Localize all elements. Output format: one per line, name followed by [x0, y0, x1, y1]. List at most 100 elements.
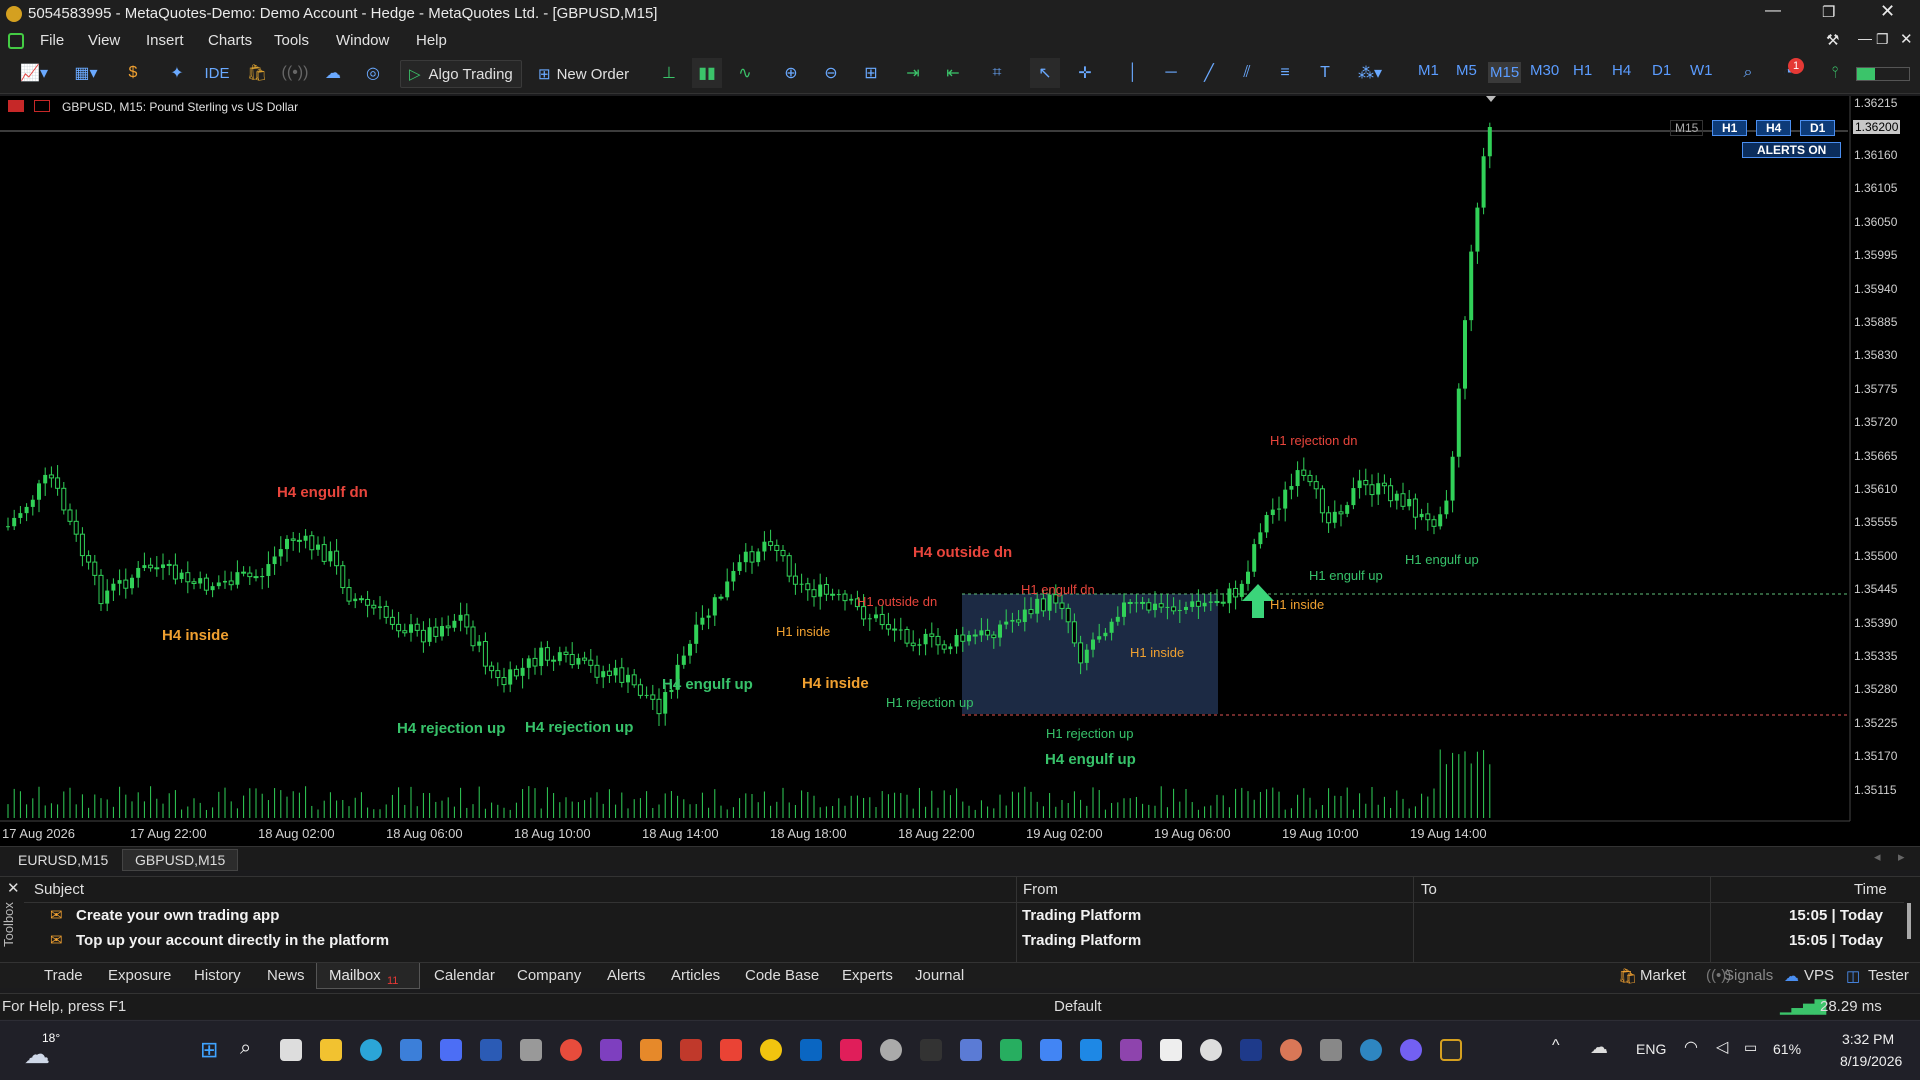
- menu-tools[interactable]: Tools: [274, 32, 309, 49]
- onedrive-icon[interactable]: ☁: [1590, 1037, 1608, 1058]
- clock-time[interactable]: 3:32 PM: [1842, 1031, 1894, 1047]
- search-icon[interactable]: ⌕: [1736, 58, 1760, 88]
- new-order-button[interactable]: ⊞ New Order: [530, 60, 637, 88]
- app-icon[interactable]: [1120, 1039, 1142, 1061]
- app-icon[interactable]: [1240, 1039, 1262, 1061]
- algo-trading-button[interactable]: ▷ Algo Trading: [400, 60, 522, 88]
- shop-icon[interactable]: 🛍: [244, 58, 270, 88]
- tab-code-base[interactable]: Code Base: [745, 967, 819, 984]
- signal-strength-icon[interactable]: ⫯: [1822, 58, 1848, 88]
- vps-button[interactable]: VPS: [1804, 967, 1834, 984]
- clock-date[interactable]: 8/19/2026: [1840, 1053, 1902, 1069]
- tab-exposure[interactable]: Exposure: [108, 967, 171, 984]
- chart-shift-icon[interactable]: ⇤: [938, 58, 968, 88]
- restore-icon[interactable]: ❐: [1822, 3, 1835, 21]
- app-icon[interactable]: [440, 1039, 462, 1061]
- file-explorer-icon[interactable]: [320, 1039, 342, 1061]
- tab-eurusd[interactable]: EURUSD,M15: [6, 849, 120, 871]
- app-icon[interactable]: [880, 1039, 902, 1061]
- mail-row[interactable]: ✉ Top up your account directly in the pl…: [24, 930, 1904, 954]
- weather-app-icon[interactable]: [760, 1039, 782, 1061]
- menu-insert[interactable]: Insert: [146, 32, 184, 49]
- tf-m5[interactable]: M5: [1456, 62, 1477, 79]
- notes-icon[interactable]: [400, 1039, 422, 1061]
- minimize-icon[interactable]: —: [1765, 2, 1781, 20]
- header-from[interactable]: From: [1023, 881, 1058, 898]
- chart-tf-d1[interactable]: D1: [1800, 120, 1836, 136]
- tab-mailbox[interactable]: Mailbox 11: [316, 963, 420, 989]
- wifi-icon[interactable]: ◠: [1684, 1037, 1698, 1057]
- chart-tf-h1[interactable]: H1: [1712, 120, 1748, 136]
- scroll-right-icon[interactable]: ▸: [1898, 849, 1905, 865]
- menu-file[interactable]: File: [40, 32, 64, 49]
- metatrader-icon[interactable]: [1440, 1039, 1462, 1061]
- close-icon[interactable]: ✕: [1880, 1, 1895, 22]
- tester-button[interactable]: Tester: [1868, 967, 1909, 984]
- market-button[interactable]: Market: [1640, 967, 1686, 984]
- menu-view[interactable]: View: [88, 32, 120, 49]
- gemini-icon[interactable]: [1040, 1039, 1062, 1061]
- crosshair-icon[interactable]: ✛: [1072, 58, 1098, 88]
- tf-h1[interactable]: H1: [1573, 62, 1592, 79]
- fibonacci-icon[interactable]: ≡: [1272, 58, 1298, 88]
- horizontal-line-icon[interactable]: ─: [1158, 58, 1184, 88]
- child-close-icon[interactable]: ✕: [1900, 30, 1913, 48]
- globe-icon[interactable]: ◎: [360, 58, 386, 88]
- volume-icon[interactable]: ◁: [1716, 1037, 1728, 1057]
- tray-chevron-icon[interactable]: ^: [1552, 1037, 1560, 1055]
- screenshot-icon[interactable]: ⌗: [984, 58, 1010, 88]
- child-minimize-icon[interactable]: —: [1858, 30, 1872, 46]
- linkedin-icon[interactable]: [800, 1039, 822, 1061]
- text-icon[interactable]: T: [1312, 58, 1338, 88]
- edge-icon[interactable]: [360, 1039, 382, 1061]
- trendline-icon[interactable]: ╱: [1196, 58, 1222, 88]
- chart-type-icon[interactable]: 📈▾: [12, 58, 56, 88]
- start-icon[interactable]: ⊞: [200, 1037, 218, 1063]
- app-icon[interactable]: [1160, 1039, 1182, 1061]
- tab-journal[interactable]: Journal: [915, 967, 964, 984]
- tf-h4[interactable]: H4: [1612, 62, 1631, 79]
- shapes-icon[interactable]: ⁂▾: [1350, 58, 1390, 88]
- header-subject[interactable]: Subject: [34, 881, 84, 898]
- app-icon[interactable]: [520, 1039, 542, 1061]
- tab-news[interactable]: News: [267, 967, 305, 984]
- channel-icon[interactable]: ⫽: [1234, 58, 1260, 88]
- tab-company[interactable]: Company: [517, 967, 581, 984]
- battery-icon[interactable]: ▭: [1744, 1039, 1757, 1056]
- claude-icon[interactable]: [1280, 1039, 1302, 1061]
- task-view-icon[interactable]: [280, 1039, 302, 1061]
- menu-charts[interactable]: Charts: [208, 32, 252, 49]
- tf-w1[interactable]: W1: [1690, 62, 1713, 79]
- chrome-icon[interactable]: [560, 1039, 582, 1061]
- candle-chart-icon[interactable]: ▮▮: [692, 58, 722, 88]
- chart-menu-icon[interactable]: [8, 100, 24, 112]
- toolbox-close-icon[interactable]: ✕: [7, 879, 20, 897]
- tf-d1[interactable]: D1: [1652, 62, 1671, 79]
- market-icon[interactable]: $: [120, 58, 146, 88]
- mail-row[interactable]: ✉ Create your own trading app Trading Pl…: [24, 905, 1904, 929]
- alerts-on-button[interactable]: ALERTS ON: [1742, 142, 1842, 158]
- vertical-scrollbar[interactable]: [1907, 903, 1911, 939]
- tf-m15[interactable]: M15: [1488, 62, 1522, 83]
- header-to[interactable]: To: [1421, 881, 1437, 898]
- app-icon[interactable]: [1320, 1039, 1342, 1061]
- indicators-icon[interactable]: ▦▾: [64, 58, 108, 88]
- zoom-out-icon[interactable]: ⊖: [818, 58, 844, 88]
- chart-tf-m15[interactable]: M15: [1670, 120, 1704, 136]
- word-icon[interactable]: [480, 1039, 502, 1061]
- app-icon[interactable]: [640, 1039, 662, 1061]
- tab-trade[interactable]: Trade: [44, 967, 83, 984]
- scroll-left-icon[interactable]: ◂: [1874, 849, 1881, 865]
- ide-button[interactable]: IDE: [202, 58, 232, 88]
- cursor-icon[interactable]: ↖: [1030, 58, 1060, 88]
- pin-icon[interactable]: ⚒: [1826, 31, 1839, 49]
- autoscroll-icon[interactable]: ⇥: [898, 58, 928, 88]
- app-icon[interactable]: [600, 1039, 622, 1061]
- strategy-icon[interactable]: ✦: [164, 58, 190, 88]
- app-icon[interactable]: [1360, 1039, 1382, 1061]
- price-chart[interactable]: GBPUSD, M15: Pound Sterling vs US Dollar…: [0, 96, 1920, 846]
- chart-window-icon[interactable]: [34, 100, 50, 112]
- tab-gbpusd[interactable]: GBPUSD,M15: [122, 849, 239, 871]
- tab-experts[interactable]: Experts: [842, 967, 893, 984]
- app-icon[interactable]: [1080, 1039, 1102, 1061]
